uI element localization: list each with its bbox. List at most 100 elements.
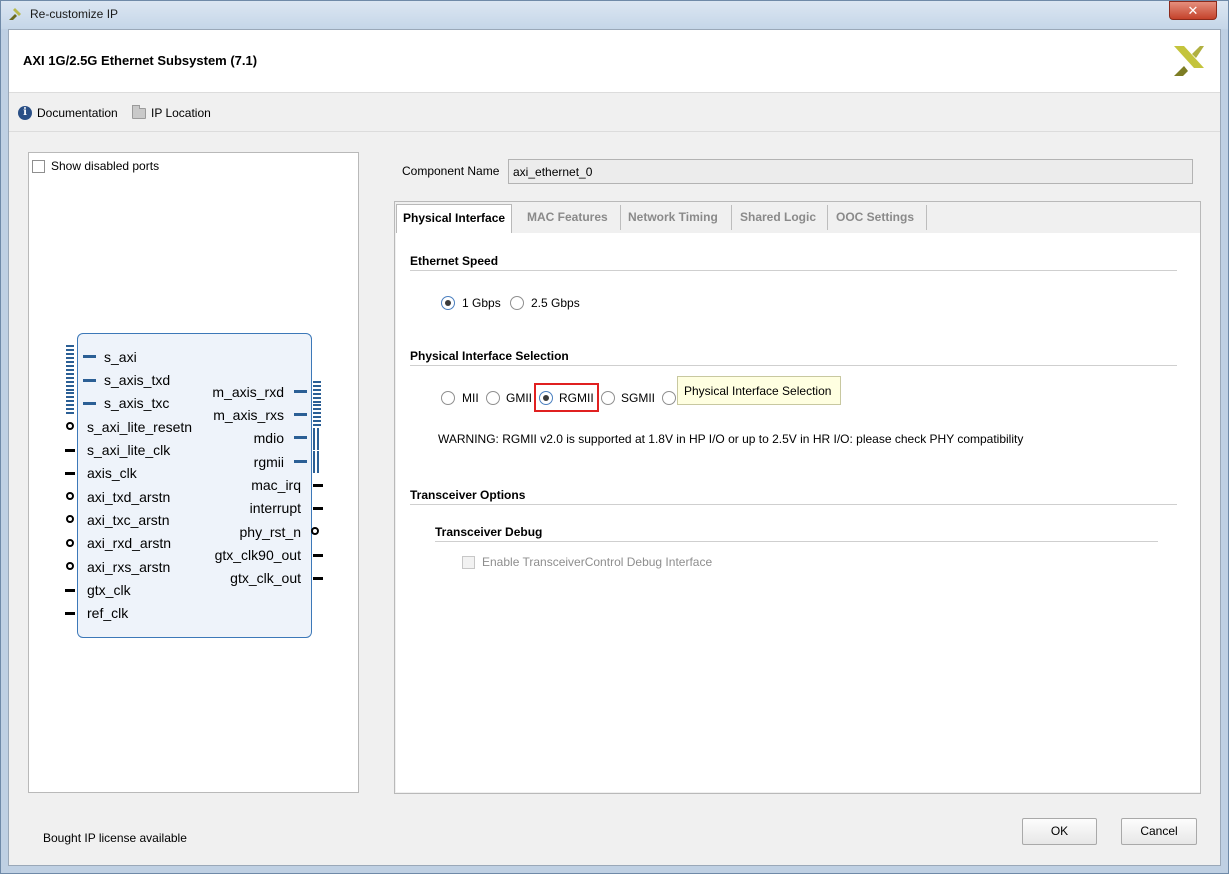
tooltip: Physical Interface Selection	[677, 376, 841, 405]
ip-location-button[interactable]: IP Location	[132, 104, 211, 121]
phy-hidden-option-radio[interactable]	[662, 391, 676, 405]
port-label: m_axis_rxs	[213, 407, 284, 423]
phy-sgmii-label: SGMII	[621, 391, 656, 405]
phy-mii-label: MII	[462, 391, 479, 405]
port-pin	[313, 577, 323, 580]
port-label: s_axis_txc	[104, 395, 170, 411]
section-divider	[435, 541, 1158, 542]
port-pin	[313, 507, 323, 510]
port-pin	[65, 612, 75, 615]
port-label: interrupt	[249, 500, 301, 516]
port-pin	[294, 436, 307, 439]
transceiver-options-title: Transceiver Options	[410, 488, 526, 502]
port-label: axi_txd_arstn	[87, 489, 171, 505]
transceiver-debug-title: Transceiver Debug	[435, 525, 543, 539]
xilinx-logo-icon	[9, 8, 21, 20]
speed-2-5gbps-label: 2.5 Gbps	[531, 296, 580, 310]
tab-separator	[731, 205, 732, 230]
close-button[interactable]: ✕	[1169, 1, 1217, 20]
tab-ooc-settings[interactable]: OOC Settings	[830, 204, 920, 233]
port-pin	[294, 460, 307, 463]
transceiver-debug-label: Enable TransceiverControl Debug Interfac…	[482, 555, 713, 569]
component-name-label: Component Name	[402, 164, 500, 178]
port-label: gtx_clk_out	[230, 570, 301, 586]
tab-physical-interface[interactable]: Physical Interface	[396, 204, 513, 233]
port-pin	[65, 449, 75, 452]
port-pin	[83, 402, 96, 405]
transceiver-debug-checkbox[interactable]	[462, 556, 475, 569]
show-disabled-ports-label: Show disabled ports	[51, 159, 160, 173]
window-title: Re-customize IP	[30, 7, 119, 21]
xilinx-logo-icon	[1174, 46, 1204, 76]
bus-interface-marker	[66, 345, 74, 367]
active-low-pin	[66, 422, 74, 430]
port-label: rgmii	[253, 454, 284, 470]
port-label: axis_clk	[87, 465, 137, 481]
speed-1gbps-label: 1 Gbps	[462, 296, 501, 310]
ok-button[interactable]: OK	[1022, 818, 1097, 845]
tab-separator	[926, 205, 927, 230]
bus-interface-marker	[313, 381, 321, 403]
phy-sgmii-radio[interactable]	[601, 391, 615, 405]
port-label: s_axi_lite_resetn	[87, 419, 193, 435]
port-label: s_axi_lite_clk	[87, 442, 171, 458]
port-label: gtx_clk90_out	[214, 547, 301, 563]
phy-mii-radio[interactable]	[441, 391, 455, 405]
tab-shared-logic[interactable]: Shared Logic	[734, 204, 822, 233]
active-low-pin	[66, 515, 74, 523]
cancel-button[interactable]: Cancel	[1121, 818, 1197, 845]
phy-gmii-radio[interactable]	[486, 391, 500, 405]
tab-separator	[827, 205, 828, 230]
tab-mac-features[interactable]: MAC Features	[521, 204, 614, 233]
info-icon: i	[18, 106, 32, 120]
port-label: s_axis_txd	[104, 372, 171, 388]
bus-interface-marker	[313, 404, 321, 426]
port-label: m_axis_rxd	[212, 384, 284, 400]
tab-content-panel	[396, 233, 1200, 792]
port-pin	[65, 472, 75, 475]
port-label: s_axi	[104, 349, 137, 365]
bus-interface-marker	[66, 369, 74, 391]
bus-interface-marker	[313, 428, 321, 450]
port-label: mdio	[253, 430, 284, 446]
active-low-pin	[311, 527, 319, 535]
speed-1gbps-radio[interactable]	[441, 296, 455, 310]
speed-2-5gbps-radio[interactable]	[510, 296, 524, 310]
port-label: axi_txc_arstn	[87, 512, 170, 528]
folder-icon	[132, 104, 146, 119]
bus-interface-marker	[66, 392, 74, 414]
ip-location-label: IP Location	[151, 106, 211, 120]
tab-separator	[620, 205, 621, 230]
port-label: phy_rst_n	[239, 524, 301, 540]
active-low-pin	[66, 562, 74, 570]
rgmii-highlight-box	[534, 383, 599, 412]
port-label: axi_rxd_arstn	[87, 535, 172, 551]
title-bar[interactable]	[1, 1, 1228, 29]
port-pin	[65, 589, 75, 592]
port-label: mac_irq	[251, 477, 301, 493]
tab-network-timing[interactable]: Network Timing	[622, 204, 724, 233]
license-status-text: Bought IP license available	[43, 831, 187, 845]
component-name-input[interactable]: axi_ethernet_0	[508, 159, 1193, 184]
port-label: ref_clk	[87, 605, 129, 621]
active-low-pin	[66, 492, 74, 500]
section-divider	[410, 270, 1177, 271]
port-pin	[313, 554, 323, 557]
section-divider	[410, 504, 1177, 505]
documentation-button[interactable]: i Documentation	[18, 105, 118, 121]
port-pin	[313, 484, 323, 487]
documentation-label: Documentation	[37, 106, 118, 120]
bus-interface-marker	[313, 451, 321, 473]
port-pin	[83, 379, 96, 382]
port-pin	[83, 355, 96, 358]
phy-gmii-label: GMII	[506, 391, 532, 405]
section-divider	[410, 365, 1177, 366]
phy-interface-title: Physical Interface Selection	[410, 349, 569, 363]
port-label: axi_rxs_arstn	[87, 559, 171, 575]
ip-title: AXI 1G/2.5G Ethernet Subsystem (7.1)	[23, 53, 258, 68]
rgmii-warning-text: WARNING: RGMII v2.0 is supported at 1.8V…	[438, 432, 1024, 446]
show-disabled-ports-checkbox[interactable]	[32, 160, 45, 173]
port-pin	[294, 390, 307, 393]
active-low-pin	[66, 539, 74, 547]
port-pin	[294, 413, 307, 416]
